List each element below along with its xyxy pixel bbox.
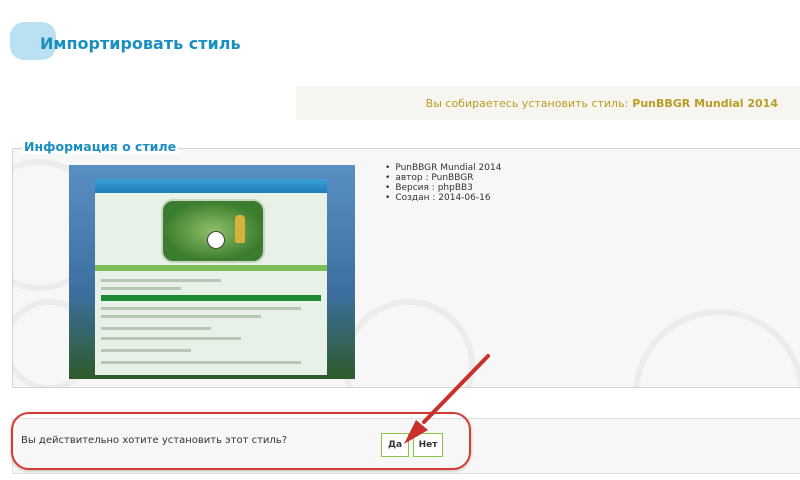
style-preview-image [69,165,355,379]
preview-row [101,361,301,364]
install-notice: Вы собираетесь установить стиль: PunBBGR… [296,86,800,120]
preview-row [101,287,181,290]
background-decoration [343,299,475,387]
preview-header [95,179,327,193]
no-button[interactable]: Нет [413,433,443,457]
info-item: PunBBGR Mundial 2014 [385,163,501,173]
yes-button[interactable]: Да [381,433,409,457]
preview-page [95,179,327,375]
preview-row [101,327,211,330]
info-item: Создан : 2014-06-16 [385,193,501,203]
style-info-panel: PunBBGR Mundial 2014 автор : PunBBGR Вер… [12,148,800,388]
trophy-icon [235,215,245,243]
notice-style-name: PunBBGR Mundial 2014 [632,96,778,110]
preview-navbar [95,265,327,271]
confirm-question: Вы действительно хотите установить этот … [21,435,287,446]
preview-row [101,307,301,310]
preview-row [101,337,241,340]
style-info-legend: Информация о стиле [22,139,179,154]
ball-icon [207,231,225,249]
preview-forum-header [101,295,321,301]
preview-row [101,349,191,352]
confirm-panel: Вы действительно хотите установить этот … [12,418,800,474]
page-title: Импортировать стиль [40,34,241,53]
info-item: Версия : phpBB3 [385,183,501,193]
style-info-list: PunBBGR Mundial 2014 автор : PunBBGR Вер… [385,163,501,203]
preview-row [101,279,221,282]
background-decoration [633,309,800,387]
preview-row [101,315,261,318]
notice-text: Вы собираетесь установить стиль: [425,96,629,110]
page-header: Импортировать стиль [10,22,241,60]
info-item: автор : PunBBGR [385,173,501,183]
